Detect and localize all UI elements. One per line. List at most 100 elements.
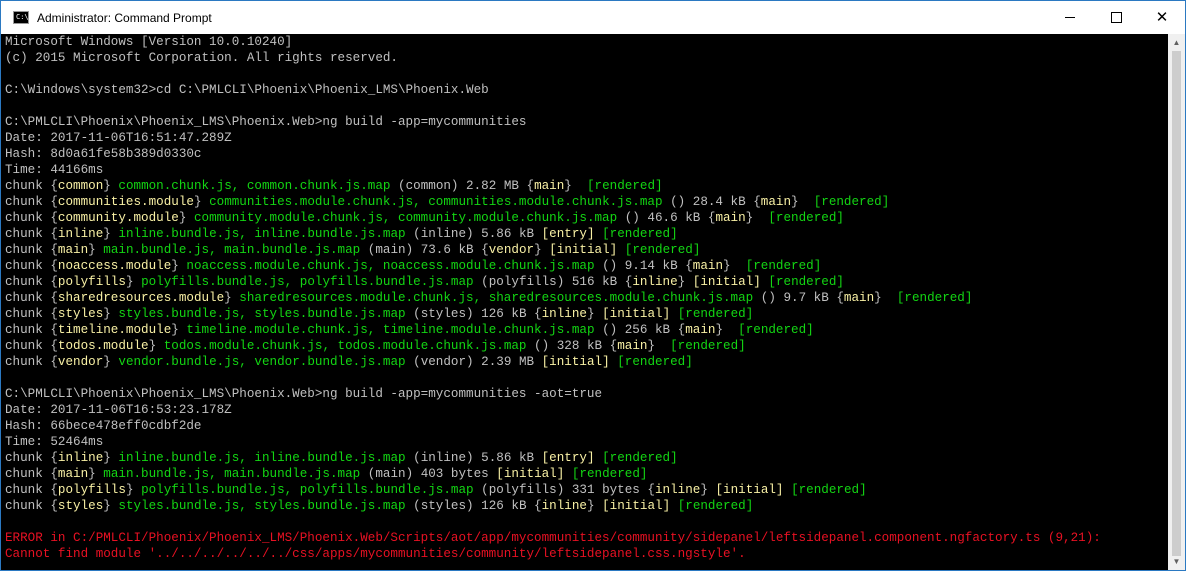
console-line: chunk {noaccess.module} noaccess.module.… (5, 258, 1168, 274)
console-text-segment: } (88, 467, 104, 481)
console-text-segment: chunk { (5, 323, 58, 337)
scrollbar-thumb[interactable] (1172, 51, 1181, 556)
console-text-segment: Time: 44166ms (5, 163, 104, 177)
close-button[interactable]: ✕ (1139, 1, 1185, 34)
console-text-segment: [rendered] (677, 499, 754, 513)
console-text-segment: } (791, 195, 814, 209)
console-text-segment: } (103, 355, 119, 369)
console-line: chunk {inline} inline.bundle.js, inline.… (5, 226, 1168, 242)
console-text-segment: ERROR in C:/PMLCLI/Phoenix/Phoenix_LMS/P… (5, 531, 1101, 545)
console-text-segment: main.bundle.js, main.bundle.js.map (103, 243, 361, 257)
console-output[interactable]: Microsoft Windows [Version 10.0.10240] (c… (1, 34, 1168, 570)
console-text-segment: } (125, 275, 142, 289)
console-line: Date: 2017-11-06T16:53:23.178Z (5, 402, 1168, 418)
console-text-segment: [rendered] (738, 323, 814, 337)
console-line: Microsoft Windows [Version 10.0.10240] (5, 34, 1168, 50)
maximize-button[interactable] (1093, 1, 1139, 34)
console-text-segment: chunk { (5, 227, 58, 241)
scroll-down-arrow-icon[interactable]: ▼ (1168, 553, 1185, 570)
command-prompt-window: C:\_ Administrator: Command Prompt ✕ Mic… (0, 0, 1186, 571)
console-line: chunk {polyfills} polyfills.bundle.js, p… (5, 274, 1168, 290)
console-text-segment: chunk { (5, 291, 58, 305)
console-text-segment: [entry] (541, 227, 595, 241)
console-text-segment: communities.module (57, 195, 194, 209)
window-title: Administrator: Command Prompt (37, 10, 212, 25)
console-line: C:\PMLCLI\Phoenix\Phoenix_LMS\Phoenix.We… (5, 386, 1168, 402)
console-text-segment: [rendered] (602, 451, 678, 465)
console-text-segment: } (534, 243, 550, 257)
console-text-segment: sharedresources.module.chunk.js, sharedr… (239, 291, 754, 305)
console-text-segment: chunk { (5, 211, 58, 225)
vertical-scrollbar[interactable]: ▲ ▼ (1168, 34, 1185, 570)
console-text-segment: main (57, 467, 89, 481)
console-line: Hash: 66bece478eff0cdbf2de (5, 418, 1168, 434)
console-text-segment: () 256 kB { (594, 323, 686, 337)
console-text-segment: main (685, 323, 716, 337)
console-text-segment: main (57, 243, 89, 257)
console-text-segment: main (715, 211, 746, 225)
console-text-segment: chunk { (5, 243, 58, 257)
close-icon: ✕ (1155, 8, 1169, 26)
console-text-segment: chunk { (5, 259, 58, 273)
console-text-segment: sharedresources.module (57, 291, 225, 305)
console-text-segment: } (103, 227, 119, 241)
console-text-segment: (main) 403 bytes (360, 467, 497, 481)
minimize-button[interactable] (1047, 1, 1093, 34)
cmd-app-icon[interactable]: C:\_ (13, 11, 33, 24)
console-text-segment: styles.bundle.js, styles.bundle.js.map (118, 499, 406, 513)
console-text-segment: } (193, 195, 210, 209)
console-line: Cannot find module '../../../../../../cs… (5, 546, 1168, 562)
console-text-segment: (inline) 5.86 kB (405, 227, 542, 241)
console-text-segment: todos.module (57, 339, 149, 353)
console-text-segment: } (171, 259, 187, 273)
console-text-segment: [rendered] (768, 275, 844, 289)
console-text-segment: inline (632, 275, 678, 289)
console-text-segment: [rendered] (624, 243, 701, 257)
console-text-segment: Hash: 8d0a61fe58b389d0330c (5, 147, 202, 161)
title-bar[interactable]: C:\_ Administrator: Command Prompt ✕ (1, 1, 1185, 34)
console-text-segment: (common) 2.82 MB { (390, 179, 535, 193)
console-text-segment: inline (654, 483, 701, 497)
console-text-segment (670, 499, 678, 513)
console-text-segment: main (534, 179, 565, 193)
console-text-segment: (polyfills) 331 bytes { (473, 483, 655, 497)
console-text-segment: [rendered] (813, 195, 890, 209)
console-text-segment: } (125, 483, 142, 497)
console-line: chunk {communities.module} communities.m… (5, 194, 1168, 210)
console-text-segment: common.chunk.js, common.chunk.js.map (118, 179, 391, 193)
console-line: (c) 2015 Microsoft Corporation. All righ… (5, 50, 1168, 66)
console-text-segment: chunk { (5, 355, 58, 369)
console-text-segment: } (647, 339, 671, 353)
console-text-segment: polyfills (57, 483, 126, 497)
console-text-segment: [rendered] (602, 227, 678, 241)
console-text-segment: inline.bundle.js, inline.bundle.js.map (118, 227, 406, 241)
console-text-segment: inline (57, 451, 104, 465)
console-text-segment: noaccess.module (57, 259, 172, 273)
console-text-segment: } (103, 179, 119, 193)
console-text-segment: Microsoft Windows [Version 10.0.10240] (5, 35, 293, 49)
console-line: chunk {sharedresources.module} sharedres… (5, 290, 1168, 306)
console-text-segment: communities.module.chunk.js, communities… (209, 195, 663, 209)
console-text-segment: polyfills.bundle.js, polyfills.bundle.js… (141, 483, 474, 497)
console-line: C:\Windows\system32>cd C:\PMLCLI\Phoenix… (5, 82, 1168, 98)
console-text-segment: [rendered] (571, 467, 648, 481)
console-text-segment: C:\PMLCLI\Phoenix\Phoenix_LMS\Phoenix.We… (5, 115, 527, 129)
console-text-segment: } (564, 179, 587, 193)
console-line: Hash: 8d0a61fe58b389d0330c (5, 146, 1168, 162)
console-text-segment: } (178, 211, 194, 225)
scroll-up-arrow-icon[interactable]: ▲ (1168, 34, 1185, 51)
console-text-segment: [initial] (602, 499, 671, 513)
console-text-segment: vendor (57, 355, 104, 369)
console-text-segment (670, 307, 678, 321)
console-text-segment: [rendered] (745, 259, 822, 273)
console-text-segment: (inline) 5.86 kB (405, 451, 542, 465)
console-text-segment: styles (57, 307, 104, 321)
console-text-segment: } (874, 291, 897, 305)
console-text-segment: community.module (57, 211, 179, 225)
console-text-segment: () 28.4 kB { (662, 195, 761, 209)
console-text-segment: } (88, 243, 104, 257)
console-text-segment: inline.bundle.js, inline.bundle.js.map (118, 451, 406, 465)
console-text-segment: (polyfills) 516 kB { (473, 275, 633, 289)
